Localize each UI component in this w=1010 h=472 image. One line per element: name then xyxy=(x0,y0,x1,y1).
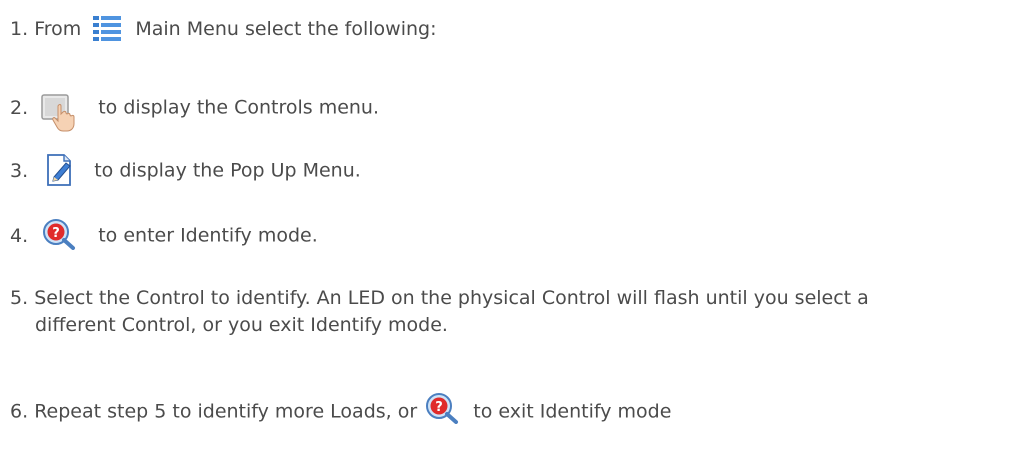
step-1: 1. From Main Menu select the following: xyxy=(10,15,437,43)
step-number: 2. xyxy=(10,96,29,119)
step-text-pre: Repeat step 5 to identify more Loads, or xyxy=(34,400,418,423)
identify-icon[interactable]: ? xyxy=(42,218,76,250)
step-number: 4. xyxy=(10,224,29,247)
step-number: 1. xyxy=(10,18,29,40)
controls-hand-icon[interactable] xyxy=(40,92,78,132)
svg-text:?: ? xyxy=(52,226,60,241)
step-2: 2. to display the Controls menu. xyxy=(10,88,380,132)
step-text-post: Main Menu select the following: xyxy=(135,18,437,40)
step-text-post: to display the Controls menu. xyxy=(98,96,380,119)
step-number: 6. xyxy=(10,400,29,423)
step-text-post: to enter Identify mode. xyxy=(98,224,318,247)
identify-icon[interactable]: ? xyxy=(425,392,459,424)
svg-text:?: ? xyxy=(435,400,443,415)
step-4: 4. ? to enter Identify mode. xyxy=(10,218,318,252)
step-6: 6. Repeat step 5 to identify more Loads,… xyxy=(10,393,672,428)
step-text-line1: Select the Control to identify. An LED o… xyxy=(34,287,869,309)
step-text-post: to display the Pop Up Menu. xyxy=(94,159,361,182)
step-text-pre: From xyxy=(34,18,82,40)
step-3: 3. to display the Pop Up Menu. xyxy=(10,154,361,188)
step-number: 5. xyxy=(10,287,29,309)
step-text-line2: different Control, or you exit Identify … xyxy=(35,314,448,336)
edit-pencil-icon[interactable] xyxy=(46,153,74,187)
step-number: 3. xyxy=(10,159,29,182)
main-menu-icon[interactable] xyxy=(93,15,122,41)
step-5: 5. Select the Control to identify. An LE… xyxy=(10,285,869,339)
step-text-post: to exit Identify mode xyxy=(473,400,672,423)
